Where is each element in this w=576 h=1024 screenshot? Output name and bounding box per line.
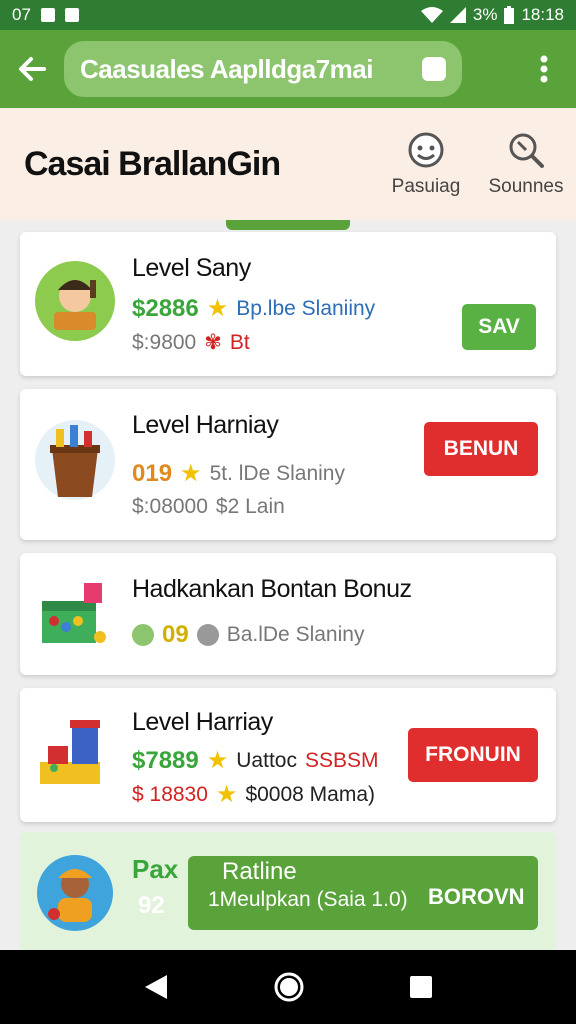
status-time: 18:18 <box>521 5 564 24</box>
old-price-row: $:9800 ✾ Bt <box>132 330 250 355</box>
tab-indicator <box>226 220 350 230</box>
gift-bucket-icon <box>35 420 115 500</box>
rating-text: 5t. lDe Slaniny <box>209 461 345 485</box>
promo-title: Ratline <box>222 858 297 885</box>
price: $2886 <box>132 294 199 322</box>
nav-back-icon[interactable] <box>143 973 169 1001</box>
page-title: Casai BrallanGin <box>24 144 281 183</box>
page-header: Casai BrallanGin Pasuiag Sounnes <box>0 108 576 220</box>
promo-banner[interactable]: Pax 92 Ratline 1Meulpkan (Saia 1.0) BORO… <box>20 832 556 952</box>
header-action-1-label: Pasuiag <box>391 176 461 197</box>
notification-icon-2 <box>64 8 79 22</box>
old-price: $ 18830 <box>132 782 208 806</box>
bag-icon[interactable] <box>422 57 446 81</box>
old-price-row: $:08000 $2 Lain <box>132 495 285 519</box>
promo-count: 92 <box>138 892 165 919</box>
extra-text: $0008 Mama) <box>245 782 376 806</box>
search-bar[interactable]: Caasuales Aaplldga7mai <box>64 41 462 97</box>
old-price: $:9800 <box>132 330 197 354</box>
price-row: 019 ★ 5t. lDe Slaniny <box>132 459 345 488</box>
status-bar: 07 3% 18:18 <box>0 0 576 30</box>
rating-text: Uattoc <box>236 748 297 772</box>
card-title: Level Sany <box>132 254 251 282</box>
battery-icon <box>504 6 515 24</box>
gift-box-icon <box>42 583 106 643</box>
star-icon: ★ <box>215 781 238 808</box>
system-nav-bar <box>0 950 576 1024</box>
green-badge-icon <box>132 624 154 646</box>
star-icon: ★ <box>206 295 229 322</box>
star-icon: ★ <box>180 460 202 487</box>
frontin-button[interactable]: FRONUIN <box>408 728 538 782</box>
old-price: $:08000 <box>132 495 208 518</box>
overflow-menu-button[interactable] <box>512 30 576 108</box>
notification-icon <box>40 8 55 22</box>
nav-home-icon[interactable] <box>274 972 304 1002</box>
buy-button[interactable]: BENUN <box>424 422 538 476</box>
price-row: $7889 ★ Uattoc SSBSM <box>132 746 379 775</box>
offer-card[interactable]: Level Harniay 019 ★ 5t. lDe Slaniny $:08… <box>20 389 556 540</box>
more-vert-icon <box>540 55 548 83</box>
header-action-2-label: Sounnes <box>488 176 564 197</box>
price-row: 09 Ba.lDe Slaniny <box>132 621 364 649</box>
character-thumbnail-icon <box>35 261 115 341</box>
character-avatar-icon <box>37 855 113 931</box>
save-button[interactable]: SAV <box>462 304 536 350</box>
card-title: Level Harniay <box>132 411 279 439</box>
offer-card[interactable]: Level Sany $2886 ★ Bp.lbe Slaniiny $:980… <box>20 232 556 376</box>
header-action-2[interactable]: Sounnes <box>476 130 576 198</box>
card-title: Level Harriay <box>132 708 273 736</box>
promo-cta[interactable]: Ratline 1Meulpkan (Saia 1.0) BOROVN <box>188 856 538 930</box>
star-icon: ★ <box>206 747 229 774</box>
wifi-icon <box>420 7 443 23</box>
signal-icon <box>449 7 466 23</box>
back-button[interactable] <box>0 30 64 108</box>
tag-text: $2 Lain <box>215 495 285 518</box>
battery-text: 3% <box>472 5 498 24</box>
search-text: Caasuales Aaplldga7mai <box>80 53 373 84</box>
offer-card[interactable]: Hadkankan Bontan Bonuz 09 Ba.lDe Slaniny <box>20 553 556 675</box>
header-action-1[interactable]: Pasuiag <box>376 130 476 198</box>
rating-text: Bp.lbe Slaniiny <box>236 296 376 320</box>
gift-stack-icon <box>40 720 100 784</box>
price: 019 <box>132 459 173 487</box>
promo-label: Pax <box>132 854 179 884</box>
price: $7889 <box>132 746 199 774</box>
price-row: $2886 ★ Bp.lbe Slaniiny <box>132 294 375 323</box>
rating-text: Ba.lDe Slaniny <box>226 623 365 646</box>
rating-extra: SSBSM <box>304 748 379 772</box>
borrow-button[interactable]: BOROVN <box>428 884 525 910</box>
tag-icon: ✾ <box>204 331 222 354</box>
offer-card[interactable]: Level Harriay $7889 ★ Uattoc SSBSM $ 188… <box>20 688 556 822</box>
price: 09 <box>162 621 189 648</box>
search-icon <box>509 133 544 168</box>
grey-badge-icon <box>196 624 219 646</box>
nav-recents-icon[interactable] <box>409 975 433 999</box>
tag-text: Bt <box>229 330 250 354</box>
card-title: Hadkankan Bontan Bonuz <box>132 575 412 603</box>
app-bar: Caasuales Aaplldga7mai <box>0 30 576 108</box>
back-arrow-icon <box>19 57 46 81</box>
smile-face-icon <box>408 132 444 168</box>
promo-subtitle: 1Meulpkan (Saia 1.0) <box>208 888 408 911</box>
old-price-row: $ 18830 ★ $0008 Mama) <box>132 780 375 809</box>
status-left-text: 07 <box>12 5 31 24</box>
